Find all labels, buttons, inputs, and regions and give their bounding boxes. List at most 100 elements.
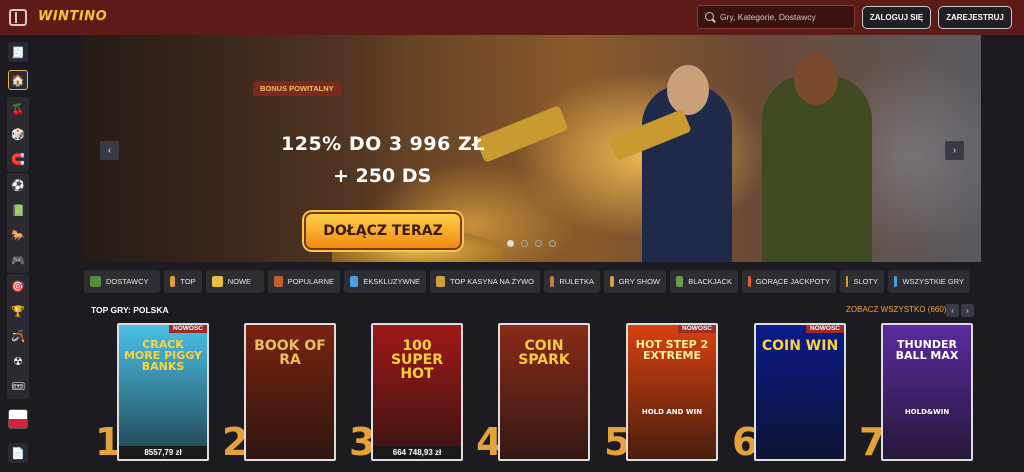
sidebar-group-casino: 🍒 🎲 🧲 xyxy=(7,97,29,172)
crown-icon xyxy=(169,276,176,287)
lightning-icon xyxy=(211,276,223,287)
horse-icon[interactable]: 🐎 xyxy=(7,223,29,248)
jackpot-amount: 8557,79 zł xyxy=(119,446,207,459)
game-card[interactable]: BOOK OF RA xyxy=(244,323,336,461)
see-all-link[interactable]: ZOBACZ WSZYSTKO (660) xyxy=(846,305,946,314)
category-label: GORĄCE JACKPOTY xyxy=(755,277,830,286)
gamepad-icon[interactable]: 🎮 xyxy=(7,248,29,273)
login-button[interactable]: ZALOGUJ SIĘ xyxy=(862,6,931,29)
chip-icon[interactable]: 🎯 xyxy=(7,274,29,299)
cards-icon xyxy=(676,276,684,287)
hero-next-icon[interactable]: › xyxy=(945,141,964,160)
game-title: THUNDER BALL MAX xyxy=(895,338,959,362)
pistol-left-image xyxy=(475,105,569,163)
fire-icon xyxy=(748,276,751,287)
join-now-button[interactable]: DOŁĄCZ TERAZ xyxy=(304,212,462,250)
game-title: 100 SUPER HOT xyxy=(390,338,444,382)
jackpot-amount: 664 748,93 zł xyxy=(373,446,461,459)
top-header: WINTINO Gry, Kategorie, Dostawcy ZALOGUJ… xyxy=(0,0,1024,35)
cherry-icon[interactable]: 🍒 xyxy=(7,97,29,122)
sports-book-icon[interactable]: 📗 xyxy=(7,198,29,223)
search-icon xyxy=(705,12,714,21)
offer-line-1: 125% DO 3 996 ZŁ xyxy=(281,133,485,155)
category-label: WSZYSTKIE GRY xyxy=(902,277,964,286)
game-card[interactable]: COIN WIN NOWOŚĆ xyxy=(754,323,846,461)
character-left-head xyxy=(667,65,709,115)
category-top[interactable]: TOP xyxy=(163,270,202,293)
new-badge: NOWOŚĆ xyxy=(678,325,716,333)
category-ekskluzywne[interactable]: EKSKLUZYWNE xyxy=(344,270,426,293)
dice-icon[interactable]: 🎲 xyxy=(7,122,29,147)
magnet-icon[interactable]: 🧲 xyxy=(7,147,29,172)
microphone-icon xyxy=(610,276,614,287)
football-icon[interactable]: ⚽ xyxy=(7,173,29,198)
game-card[interactable]: COIN SPARK xyxy=(498,323,590,461)
new-badge: NOWOŚĆ xyxy=(169,325,207,333)
category-label: RULETKA xyxy=(559,277,594,286)
roulette-icon xyxy=(550,276,555,287)
ticket-icon[interactable]: 🎟 xyxy=(7,374,29,399)
category-nowe[interactable]: NOWE xyxy=(205,270,264,293)
home-icon[interactable]: 🏠 xyxy=(8,70,28,90)
category-gorące-jackpoty[interactable]: GORĄCE JACKPOTY xyxy=(742,270,836,293)
slide-dot[interactable] xyxy=(507,240,514,247)
category-wszystkie-gry[interactable]: WSZYSTKIE GRY xyxy=(888,270,970,293)
game-card[interactable]: 100 SUPER HOT 664 748,93 zł xyxy=(371,323,463,461)
category-sloty[interactable]: SLOTY xyxy=(840,270,884,293)
category-gry-show[interactable]: GRY SHOW xyxy=(604,270,666,293)
game-title: BOOK OF RA xyxy=(254,338,326,368)
search-input[interactable]: Gry, Kategorie, Dostawcy xyxy=(697,5,855,29)
game-title: COIN SPARK xyxy=(518,338,570,368)
category-ruletka[interactable]: RULETKA xyxy=(544,270,600,293)
trophy-icon[interactable]: 🏆 xyxy=(7,299,29,324)
hero-banner[interactable]: BONUS POWITALNY 125% DO 3 996 ZŁ + 250 D… xyxy=(82,35,981,262)
document-icon[interactable]: 📄 xyxy=(8,443,28,463)
games-prev-icon[interactable]: ‹ xyxy=(946,304,959,317)
boomerang-icon[interactable]: 🪃 xyxy=(7,324,29,349)
category-label: NOWE xyxy=(227,277,252,286)
diamond-icon xyxy=(350,276,359,287)
category-bar: DOSTAWCY TOP NOWE POPULARNE EKSKLUZYWNE TOP K… xyxy=(84,270,970,293)
game-title: COIN WIN xyxy=(761,338,839,354)
wintino-logo[interactable]: WINTINO xyxy=(38,9,107,24)
game-title: HOT STEP 2 EXTREME xyxy=(635,338,709,362)
category-label: SLOTY xyxy=(853,277,878,286)
game-card[interactable]: CRACK MORE PIGGY BANKS NOWOŚĆ 8557,79 zł xyxy=(117,323,209,461)
radiation-icon[interactable]: ☢ xyxy=(7,349,29,374)
slot-icon xyxy=(846,276,849,287)
category-label: GRY SHOW xyxy=(618,277,660,286)
game-card[interactable]: THUNDER BALL MAX HOLD&WIN xyxy=(881,323,973,461)
slide-dot[interactable] xyxy=(549,240,556,247)
new-badge: NOWOŚĆ xyxy=(806,325,844,333)
game-card[interactable]: HOT STEP 2 EXTREME HOLD AND WIN NOWOŚĆ xyxy=(626,323,718,461)
book-icon xyxy=(90,276,101,287)
category-label: TOP KASYNA NA ŻYWO xyxy=(450,277,534,286)
game-subtitle: HOLD&WIN xyxy=(904,408,950,416)
search-placeholder: Gry, Kategorie, Dostawcy xyxy=(720,12,816,22)
offer-line-2: + 250 DS xyxy=(333,165,432,187)
pistol-icon xyxy=(274,276,283,287)
category-popularne[interactable]: POPULARNE xyxy=(268,270,340,293)
poland-flag-icon[interactable] xyxy=(8,409,28,429)
games-next-icon[interactable]: › xyxy=(961,304,974,317)
slide-dot[interactable] xyxy=(521,240,528,247)
category-blackjack[interactable]: BLACKJACK xyxy=(670,270,738,293)
category-top-kasyna-na-żywo[interactable]: TOP KASYNA NA ŻYWO xyxy=(430,270,540,293)
category-label: TOP xyxy=(180,277,196,286)
sidebar-group-sports: ⚽ 📗 🐎 🎮 xyxy=(7,173,29,273)
promo-icon[interactable]: 🧾 xyxy=(8,42,28,62)
bonus-badge: BONUS POWITALNY xyxy=(253,81,341,96)
left-sidebar: 🧾 🏠 🍒 🎲 🧲 ⚽ 📗 🐎 🎮 🎯 🏆 🪃 ☢ 🎟 📄 xyxy=(0,35,38,472)
category-dostawcy[interactable]: DOSTAWCY xyxy=(84,270,160,293)
hero-prev-icon[interactable]: ‹ xyxy=(100,141,119,160)
sidebar-toggle-icon[interactable] xyxy=(9,9,27,26)
game-title: CRACK MORE PIGGY BANKS xyxy=(123,338,203,373)
slide-indicator xyxy=(507,240,556,247)
category-label: BLACKJACK xyxy=(688,277,732,286)
slide-dot[interactable] xyxy=(535,240,542,247)
game-subtitle: HOLD AND WIN xyxy=(641,408,703,416)
register-button[interactable]: ZAREJESTRUJ xyxy=(938,6,1012,29)
chip-icon xyxy=(436,276,446,287)
category-label: EKSKLUZYWNE xyxy=(363,277,420,286)
sidebar-group-extras: 🎯 🏆 🪃 ☢ 🎟 xyxy=(7,274,29,399)
